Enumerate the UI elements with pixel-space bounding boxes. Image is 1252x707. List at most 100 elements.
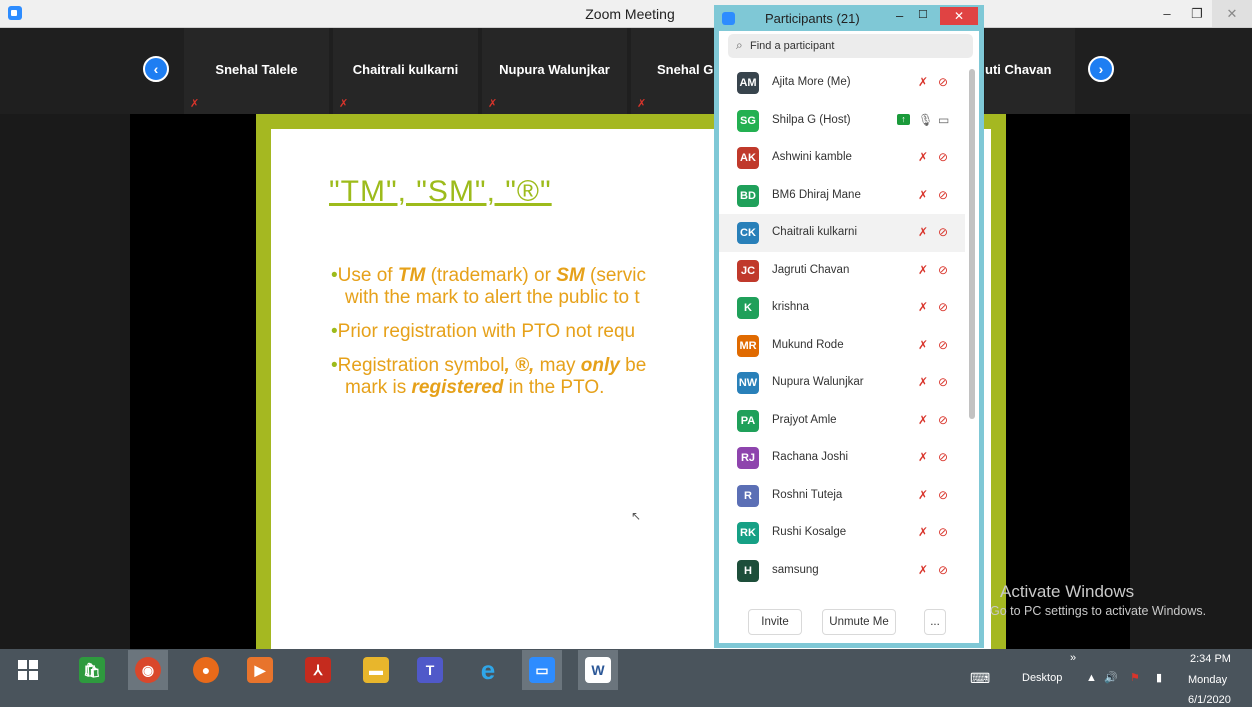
avatar: AM [737, 72, 759, 94]
search-icon: ⌕ [736, 38, 743, 52]
participant-row[interactable]: RJ Rachana Joshi ✗ ⊘ [719, 439, 965, 477]
media-player-icon[interactable]: ▶ [240, 650, 280, 690]
participant-name: Mukund Rode [772, 338, 844, 351]
participant-row[interactable]: PA Prajyot Amle ✗ ⊘ [719, 402, 965, 440]
video-tile[interactable]: Nupura Walunjkar ✗ [482, 28, 627, 114]
minimize-icon[interactable]: – [1152, 0, 1182, 27]
maximize-icon[interactable]: ☐ [918, 8, 928, 21]
mic-muted-icon: ✗ [637, 98, 647, 110]
participants-panel: Participants (21) – ☐ ✕ ⌕ AM Ajita More (… [714, 5, 984, 648]
camera-off-icon: ⊘ [938, 150, 949, 164]
activate-windows-subtitle: Go to PC settings to activate Windows. [990, 604, 1207, 618]
volume-icon[interactable]: 🔊 [1104, 671, 1118, 684]
mic-muted-icon: ✗ [339, 98, 349, 110]
video-tile[interactable]: Chaitrali kulkarni ✗ [333, 28, 478, 114]
pdf-reader-icon[interactable]: ⅄ [298, 650, 338, 690]
clock-date[interactable]: 6/1/2020 [1188, 694, 1231, 706]
participant-name: Ajita More (Me) [772, 76, 851, 88]
camera-off-icon: ⊘ [938, 75, 949, 89]
participant-search[interactable]: ⌕ [728, 34, 973, 58]
participant-row[interactable]: CK Chaitrali kulkarni ✗ ⊘ [719, 214, 965, 252]
previous-page-icon[interactable]: ‹ [143, 56, 169, 82]
participant-row[interactable]: MR Mukund Rode ✗ ⊘ [719, 327, 965, 365]
network-flag-icon[interactable]: ⚑ [1130, 671, 1140, 684]
participant-row[interactable]: SG Shilpa G (Host) ↑ 🎙 ▭ [719, 102, 965, 140]
start-icon[interactable] [8, 650, 48, 690]
video-tile[interactable]: uti Chavan [985, 28, 1075, 114]
camera-off-icon: ⊘ [938, 412, 949, 427]
participant-list: AM Ajita More (Me) ✗ ⊘ SG Shilpa G (Host) ↑ 🎙 ▭ A… [719, 64, 965, 589]
battery-icon[interactable]: ▮ [1156, 671, 1162, 684]
zoom-taskbar-icon[interactable]: ▭ [522, 650, 562, 690]
chevron-icon[interactable]: » [1070, 652, 1076, 664]
participant-row[interactable]: AM Ajita More (Me) ✗ ⊘ [719, 64, 965, 102]
avatar: RK [737, 522, 759, 544]
avatar: BD [737, 184, 759, 207]
avatar: NW [737, 372, 759, 394]
mic-icon: 🎙 [918, 112, 934, 127]
avatar: K [737, 297, 759, 319]
more-button[interactable]: ... [924, 609, 946, 635]
camera-off-icon: ⊘ [938, 337, 949, 352]
word-icon[interactable]: W [578, 650, 618, 690]
participant-name: Ashwini kamble [772, 151, 852, 163]
mic-muted-icon: ✗ [918, 300, 929, 314]
tile-name: Nupura Walunjkar [499, 62, 610, 77]
camera-icon: ▭ [938, 112, 950, 127]
camera-off-icon: ⊘ [938, 487, 949, 502]
participant-row[interactable]: Hsamsung ✗ ⊘ [719, 552, 965, 590]
clock-day[interactable]: Monday [1188, 674, 1227, 686]
minimize-icon[interactable]: – [896, 8, 903, 23]
zoom-icon [722, 12, 735, 25]
window-titlebar: Zoom Meeting – ❐ ✕ [0, 0, 1252, 28]
participant-row[interactable]: JC Jagruti Chavan ✗ ⊘ [719, 252, 965, 290]
restore-icon[interactable]: ❐ [1182, 0, 1212, 27]
mic-muted-icon: ✗ [918, 412, 929, 427]
avatar: PA [737, 409, 759, 432]
avatar: RJ [737, 447, 759, 469]
participant-row[interactable]: RK Rushi Kosalge ✗ ⊘ [719, 514, 965, 552]
participant-name: Roshni Tuteja [772, 488, 843, 501]
chrome-icon[interactable]: ◉ [128, 650, 168, 690]
participant-row[interactable]: NW Nupura Walunjkar ✗ ⊘ [719, 364, 965, 402]
up-arrow-icon[interactable]: ▲ [1086, 672, 1097, 684]
bullet-2: •Prior registration with PTO not requ [331, 321, 636, 342]
participant-name: Prajyot Amle [772, 413, 837, 426]
mouse-cursor-icon: ↖ [631, 509, 642, 523]
avatar: H [737, 559, 759, 582]
camera-off-icon: ⊘ [938, 450, 949, 464]
close-icon[interactable]: ✕ [1212, 0, 1252, 27]
store-icon[interactable]: 🛍 [72, 650, 112, 690]
participant-row[interactable]: BD BM6 Dhiraj Mane ✗ ⊘ [719, 177, 965, 215]
firefox-icon[interactable]: ● [186, 650, 226, 690]
invite-button[interactable]: Invite [748, 609, 802, 635]
desktop-toolbar-label[interactable]: Desktop [1022, 672, 1062, 684]
activate-windows-title: Activate Windows [1000, 582, 1135, 601]
clock-time[interactable]: 2:34 PM [1190, 653, 1231, 665]
camera-off-icon: ⊘ [938, 562, 949, 577]
participant-row[interactable]: Kkrishna ✗ ⊘ [719, 289, 965, 327]
avatar: MR [737, 334, 759, 357]
close-icon[interactable]: ✕ [940, 7, 978, 25]
teams-icon[interactable]: T [410, 650, 450, 690]
participants-body: ⌕ AM Ajita More (Me) ✗ ⊘ SG Shilpa G (Host) ↑ 🎙… [719, 31, 979, 643]
internet-explorer-icon[interactable]: e [468, 650, 508, 690]
participant-row[interactable]: R Roshni Tuteja ✗ ⊘ [719, 477, 965, 515]
video-tile[interactable]: Snehal Talele ✗ [184, 28, 329, 114]
search-input[interactable] [750, 37, 960, 55]
keyboard-icon[interactable]: ⌨ [970, 670, 990, 687]
participant-name: Rushi Kosalge [772, 526, 847, 538]
scrollbar[interactable] [969, 69, 975, 419]
participant-name: krishna [772, 301, 810, 313]
unmute-me-button[interactable]: Unmute Me [822, 609, 896, 635]
mic-muted-icon: ✗ [918, 150, 929, 164]
participant-row[interactable]: AK Ashwini kamble ✗ ⊘ [719, 139, 965, 177]
file-explorer-icon[interactable]: ▬ [356, 650, 396, 690]
next-page-icon[interactable]: › [1088, 56, 1114, 82]
participant-name: Jagruti Chavan [772, 263, 850, 276]
participant-name: samsung [772, 563, 819, 576]
camera-off-icon: ⊘ [938, 262, 949, 277]
participant-name: Nupura Walunjkar [772, 376, 864, 388]
bullet-3: •Registration symbol, ®, may only be mar… [331, 355, 647, 398]
participant-name: Shilpa G (Host) [772, 113, 851, 126]
